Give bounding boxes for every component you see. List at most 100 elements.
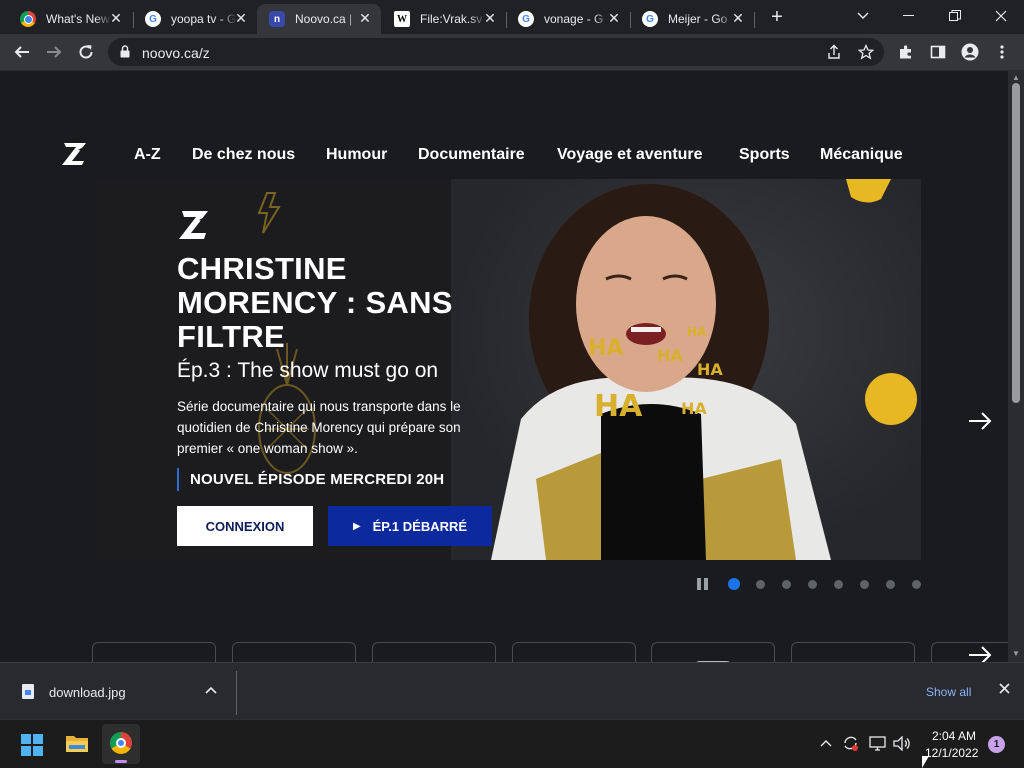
tab-yoopa[interactable]: G yoopa tv - G ✕: [133, 4, 257, 34]
restore-button[interactable]: [932, 0, 978, 32]
nav-humour[interactable]: Humour: [326, 146, 387, 164]
pause-icon: [697, 578, 701, 590]
show-card[interactable]: [372, 642, 496, 662]
forward-button[interactable]: [40, 38, 68, 66]
carousel-dot[interactable]: [728, 578, 740, 590]
carousel-dot[interactable]: [834, 580, 843, 589]
close-icon[interactable]: ✕: [606, 10, 622, 26]
tab-noovo[interactable]: n Noovo.ca | ✕: [257, 4, 381, 34]
tab-title: vonage - G: [544, 12, 604, 26]
download-options-button[interactable]: [205, 683, 217, 697]
show-all-downloads-link[interactable]: Show all: [926, 685, 971, 699]
carousel-dot[interactable]: [756, 580, 765, 589]
page-scrollbar[interactable]: ▲ ▼: [1008, 71, 1024, 662]
scroll-down-arrow[interactable]: ▼: [1011, 649, 1021, 658]
image-file-icon[interactable]: [22, 684, 34, 699]
nav-sports[interactable]: Sports: [739, 146, 790, 164]
url-text[interactable]: noovo.ca/z: [142, 45, 210, 61]
nav-documentaire[interactable]: Documentaire: [418, 146, 525, 164]
tab-strip: What's New ✕ G yoopa tv - G ✕ n Noovo.ca…: [0, 0, 1024, 34]
scroll-up-arrow[interactable]: ▲: [1011, 73, 1021, 82]
lock-icon[interactable]: [120, 45, 130, 58]
chrome-taskbar-button[interactable]: [102, 724, 140, 764]
network-icon[interactable]: [869, 736, 887, 751]
noovo-z-logo[interactable]: [60, 141, 90, 167]
close-icon[interactable]: ✕: [482, 10, 498, 26]
arrow-left-icon: [14, 46, 29, 58]
hero-airing-info: NOUVEL ÉPISODE MERCREDI 20H: [177, 468, 444, 491]
nav-a-z[interactable]: A-Z: [134, 146, 161, 164]
share-icon[interactable]: [826, 44, 842, 60]
reload-button[interactable]: [72, 38, 100, 66]
close-icon[interactable]: ✕: [108, 10, 124, 26]
close-icon[interactable]: ✕: [730, 10, 746, 26]
chevron-up-icon: [205, 686, 217, 694]
carousel-dot[interactable]: [886, 580, 895, 589]
sync-icon[interactable]: [842, 735, 859, 752]
show-card[interactable]: [791, 642, 915, 662]
close-window-button[interactable]: [978, 0, 1024, 32]
close-shelf-button[interactable]: [999, 681, 1010, 698]
nav-voyage-aventure[interactable]: Voyage et aventure: [557, 146, 703, 164]
tab-vonage[interactable]: G vonage - G ✕: [506, 4, 630, 34]
show-card[interactable]: [512, 642, 636, 662]
carousel-dot[interactable]: [782, 580, 791, 589]
clock-date[interactable]: 12/1/2022: [925, 746, 978, 760]
menu-button[interactable]: [988, 38, 1016, 66]
chevron-down-icon: [857, 12, 869, 19]
bookmark-star-icon[interactable]: [858, 44, 874, 60]
tab-title: Meijer - Go: [668, 12, 728, 26]
show-card[interactable]: [232, 642, 356, 662]
watch-episode-label: ÉP.1 DÉBARRÉ: [372, 518, 468, 534]
google-icon: G: [518, 11, 534, 27]
carousel-next-button[interactable]: [968, 406, 992, 437]
ha-doodle: HA: [697, 360, 723, 379]
scrollbar-thumb[interactable]: [1012, 83, 1020, 403]
back-button[interactable]: [8, 38, 36, 66]
carousel-dot[interactable]: [860, 580, 869, 589]
close-icon[interactable]: ✕: [357, 10, 373, 26]
close-icon[interactable]: ✕: [233, 10, 249, 26]
file-explorer-icon[interactable]: [65, 732, 89, 754]
active-indicator: [115, 760, 127, 763]
tab-vrak[interactable]: W File:Vrak.sv ✕: [382, 4, 506, 34]
arrow-right-icon: [969, 412, 992, 430]
downloads-shelf: download.jpg Show all: [0, 662, 1024, 719]
hero-description: Série documentaire qui nous transporte d…: [177, 399, 461, 456]
extensions-button[interactable]: [892, 38, 920, 66]
windows-logo-icon: [21, 734, 31, 744]
carousel-pause-button[interactable]: [697, 578, 711, 592]
tab-meijer[interactable]: G Meijer - Go ✕: [630, 4, 754, 34]
carousel-dot[interactable]: [808, 580, 817, 589]
browser-toolbar: noovo.ca/z: [0, 34, 1024, 71]
noovo-z-logo: [179, 211, 210, 239]
start-button[interactable]: [21, 734, 43, 756]
show-card[interactable]: [651, 642, 775, 662]
clock-time[interactable]: 2:04 AM: [932, 729, 976, 743]
chevron-up-icon[interactable]: [820, 739, 832, 747]
volume-icon[interactable]: [893, 736, 911, 751]
ha-doodle: HA: [687, 325, 707, 339]
nav-mecanique[interactable]: Mécanique: [820, 146, 903, 164]
windows-logo-icon: [33, 746, 43, 756]
wikipedia-icon: W: [394, 11, 410, 27]
reload-icon: [79, 45, 93, 59]
show-card[interactable]: [92, 642, 216, 662]
notification-badge[interactable]: 1: [988, 736, 1005, 753]
tab-whats-new[interactable]: What's New ✕: [8, 4, 132, 34]
tab-search-button[interactable]: [840, 0, 886, 32]
carousel-dot[interactable]: [912, 580, 921, 589]
watch-episode-button[interactable]: ▶ ÉP.1 DÉBARRÉ: [328, 506, 492, 546]
minimize-button[interactable]: [886, 0, 932, 32]
side-panel-button[interactable]: [924, 38, 952, 66]
nav-de-chez-nous[interactable]: De chez nous: [192, 146, 295, 164]
puzzle-icon: [900, 45, 911, 59]
pause-icon: [704, 578, 708, 590]
login-button[interactable]: CONNEXION: [177, 506, 313, 546]
profile-button[interactable]: [956, 38, 984, 66]
windows-logo-icon: [21, 746, 31, 756]
shelf-divider: [236, 671, 237, 715]
address-bar[interactable]: noovo.ca/z: [108, 38, 884, 66]
new-tab-button[interactable]: +: [766, 6, 788, 28]
download-file-name[interactable]: download.jpg: [49, 685, 126, 700]
